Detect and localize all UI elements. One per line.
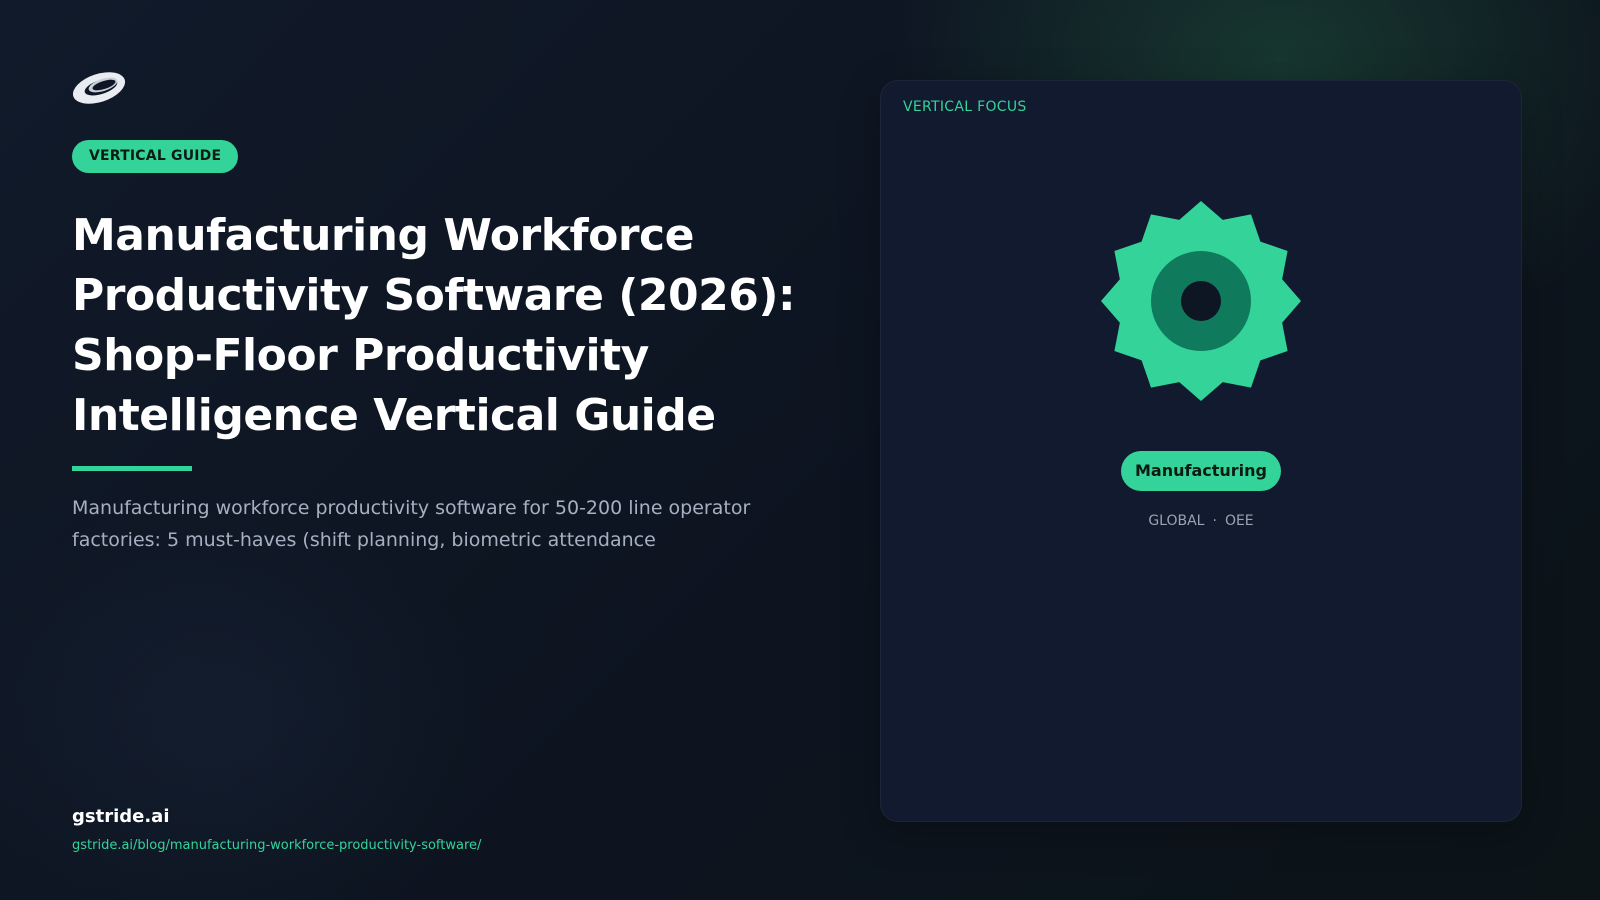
title-underline	[72, 466, 192, 471]
tag-separator: ·	[1212, 513, 1217, 529]
gear-icon	[1101, 201, 1301, 401]
tag-global: GLOBAL	[1148, 513, 1205, 529]
article-url[interactable]: gstride.ai/blog/manufacturing-workforce-…	[72, 838, 481, 853]
brand-name: gstride.ai	[72, 806, 170, 827]
panel-label: VERTICAL FOCUS	[903, 99, 1027, 115]
swoosh-ring-icon	[72, 72, 126, 104]
tag-oee: OEE	[1224, 513, 1254, 529]
category-badge: VERTICAL GUIDE	[72, 140, 239, 173]
page-subtitle: Manufacturing workforce productivity sof…	[72, 497, 751, 551]
vertical-focus-panel: VERTICAL FOCUS Manufacturing GLOBAL · OEE	[880, 80, 1522, 822]
vertical-tags: GLOBAL · OEE	[881, 513, 1521, 529]
page-title: Manufacturing Workforce Productivity Sof…	[72, 210, 796, 441]
vertical-pill: Manufacturing	[1121, 451, 1281, 491]
